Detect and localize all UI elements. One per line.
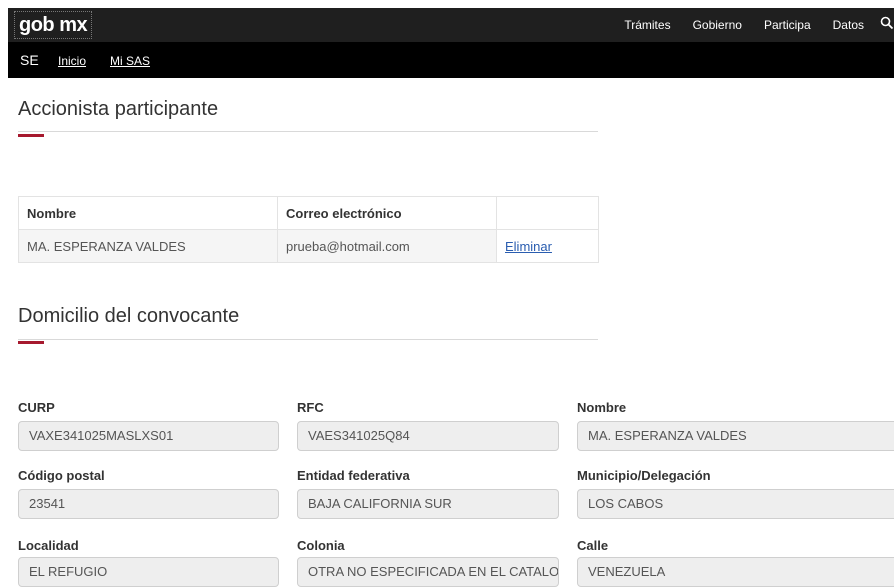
curp-label: CURP [18,400,55,415]
accent-bar [18,341,44,344]
gobmx-logo[interactable]: gob mx [14,11,93,39]
calle-field[interactable]: VENEZUELA [577,557,894,587]
nav-participa[interactable]: Participa [764,18,811,32]
rfc-label: RFC [297,400,324,415]
codigo-postal-field[interactable]: 23541 [18,489,279,519]
colonia-field[interactable]: OTRA NO ESPECIFICADA EN EL CATALOGO [297,557,559,587]
section-title-accionista: Accionista participante [18,98,219,120]
divider [18,131,598,132]
sub-navbar: SE Inicio Mi SAS [8,42,894,78]
search-icon[interactable] [880,16,894,30]
column-header-nombre: Nombre [18,196,278,230]
nav-gobierno[interactable]: Gobierno [693,18,742,32]
divider [18,339,598,340]
nav-datos[interactable]: Datos [833,18,864,32]
calle-label: Calle [577,538,609,553]
table-header-row: Nombre Correo electrónico [18,196,599,230]
link-mi-sas[interactable]: Mi SAS [110,54,150,68]
colonia-label: Colonia [297,538,345,553]
accent-bar [18,134,44,137]
entidad-federativa-field[interactable]: BAJA CALIFORNIA SUR [297,489,559,519]
column-header-accion [496,196,599,230]
nombre-label: Nombre [577,400,627,415]
table-row: MA. ESPERANZA VALDES prueba@hotmail.com … [18,229,599,263]
localidad-field[interactable]: EL REFUGIO [18,557,279,587]
top-navbar: gob mx Trámites Gobierno Participa Datos [8,8,894,42]
link-inicio[interactable]: Inicio [58,54,86,68]
accionistas-table: Nombre Correo electrónico MA. ESPERANZA … [18,196,599,263]
main-nav: Trámites Gobierno Participa Datos [602,8,894,42]
nombre-field[interactable]: MA. ESPERANZA VALDES [577,421,894,451]
cell-nombre: MA. ESPERANZA VALDES [18,229,278,263]
rfc-field[interactable]: VAES341025Q84 [297,421,559,451]
codigo-postal-label: Código postal [18,468,105,483]
section-title-domicilio: Domicilio del convocante [18,305,240,327]
section-label: SE [20,52,39,68]
localidad-label: Localidad [18,538,79,553]
nav-tramites[interactable]: Trámites [624,18,670,32]
curp-field[interactable]: VAXE341025MASLXS01 [18,421,279,451]
eliminar-link[interactable]: Eliminar [505,239,552,254]
column-header-correo: Correo electrónico [277,196,497,230]
cell-correo: prueba@hotmail.com [277,229,497,263]
municipio-label: Municipio/Delegación [577,468,711,483]
entidad-federativa-label: Entidad federativa [297,468,410,483]
municipio-field[interactable]: LOS CABOS [577,489,894,519]
